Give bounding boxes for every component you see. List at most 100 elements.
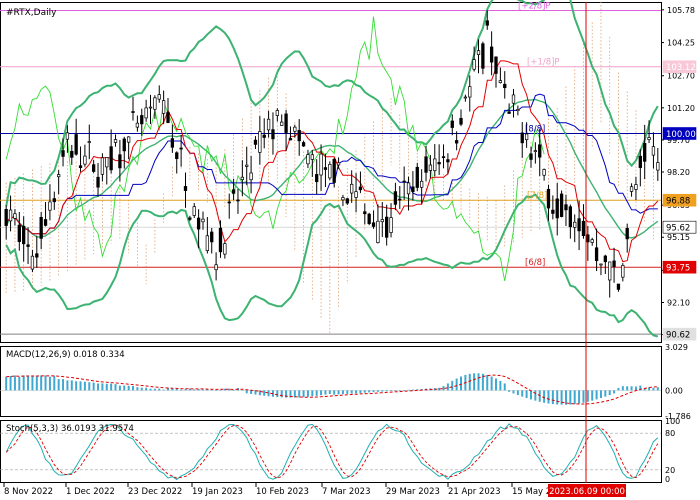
macd-histogram-bar (88, 382, 91, 391)
candle-body (350, 183, 354, 194)
macd-histogram-bar (48, 376, 51, 391)
murrey-label: [+2/8]P (518, 1, 551, 11)
candle-body (433, 158, 437, 172)
candle-body (258, 131, 262, 153)
candle-body (140, 115, 144, 125)
candle-body (358, 186, 363, 191)
macd-histogram-bar (66, 380, 69, 391)
candle-body (245, 164, 249, 167)
macd-histogram-bar (276, 390, 279, 398)
macd-histogram-bar (363, 390, 366, 393)
candle-body (210, 231, 214, 243)
candle-body (306, 154, 310, 165)
candle-body (240, 176, 244, 181)
candle-body (148, 106, 153, 109)
candle-body (415, 166, 419, 188)
candle-body (87, 141, 91, 143)
candle-body (288, 138, 293, 141)
murrey-label: [+1/8]P (527, 58, 560, 68)
macd-histogram-bar (390, 390, 393, 392)
candle-body (196, 217, 201, 230)
macd-histogram-bar (455, 378, 458, 391)
macd-histogram-bar (110, 383, 113, 391)
macd-histogram-bar (140, 387, 143, 391)
candle-body (551, 209, 555, 214)
candle-body (428, 164, 433, 171)
macd-histogram-bar (569, 390, 572, 405)
price-tick-label: 95.15 (667, 233, 690, 242)
macd-histogram-bar (586, 390, 589, 402)
candle-body (389, 217, 393, 233)
candle-body (603, 255, 607, 263)
candle-body (236, 199, 240, 202)
macd-axis: 3.0290.00-1.786 (665, 343, 691, 421)
macd-histogram-bar (193, 389, 196, 391)
candle-body (8, 209, 13, 222)
candle-body (26, 244, 30, 247)
candle-body (406, 182, 411, 195)
macd-histogram-bar (451, 380, 454, 391)
macd-histogram-bar (403, 390, 406, 391)
candle-body (647, 137, 651, 140)
price-tick-label: 92.10 (667, 298, 690, 307)
candle-body (336, 162, 341, 166)
candle-body (188, 217, 192, 220)
candle-body (393, 191, 398, 205)
macd-histogram-bar (228, 388, 231, 391)
macd-histogram-bar (460, 376, 463, 391)
candle-body (319, 153, 323, 176)
candle-body (284, 113, 288, 133)
macd-histogram-bar (359, 390, 362, 393)
candle-body (43, 219, 48, 226)
candle-body (402, 180, 406, 183)
candle-body (524, 133, 529, 141)
time-tick-label: 21 Apr 2023 (448, 487, 501, 497)
candle-body (546, 188, 551, 209)
candle-body (39, 216, 43, 239)
stoch-tick-label: 0 (665, 475, 670, 484)
macd-histogram-bar (53, 375, 56, 391)
macd-histogram-bar (232, 389, 235, 391)
candle-body (354, 191, 358, 198)
candle-body (441, 156, 446, 158)
macd-tick-label: 0.00 (665, 386, 683, 395)
candle-body (323, 167, 328, 170)
macd-histogram-bar (521, 390, 524, 397)
macd-histogram-bar (490, 376, 493, 391)
stoch-axis: 100 80 200 (665, 417, 680, 484)
macd-histogram-bar (215, 390, 218, 391)
candle-body (17, 224, 21, 243)
candle-body (175, 152, 179, 159)
candle-body (511, 94, 516, 104)
macd-histogram-bar (44, 375, 47, 391)
candle-body (625, 227, 629, 240)
macd-histogram-bar (320, 390, 323, 396)
price-tick-label: 98.20 (667, 168, 690, 177)
price-badge-label: 100.00 (666, 130, 696, 140)
macd-histogram-bar (512, 390, 515, 394)
macd-histogram-bar (368, 390, 371, 393)
time-tick-label: 8 Nov 2022 (4, 487, 53, 497)
candle-body (564, 204, 568, 211)
candle-body (122, 138, 126, 152)
macd-histogram-bar (328, 390, 331, 394)
macd-histogram-bar (127, 385, 130, 391)
macd-histogram-bar (118, 385, 121, 391)
candle-body (161, 100, 166, 114)
candle-body (634, 184, 638, 190)
candle-body (573, 221, 577, 228)
macd-histogram-bar (324, 390, 327, 395)
macd-histogram-bar (263, 390, 266, 396)
candle-body (214, 264, 218, 271)
candle-body (651, 146, 656, 156)
macd-histogram-bar (27, 375, 30, 391)
candle-body (450, 120, 454, 128)
candle-body (179, 147, 183, 150)
chart-window[interactable]: [+2/8]P [+1/8]P [8/8] [7/8] [6/8] #RTX,Daily… (0, 0, 700, 500)
candle-body (638, 155, 642, 168)
macd-histogram-bar (591, 390, 594, 401)
candle-body (271, 129, 275, 140)
macd-histogram-bar (486, 374, 489, 391)
macd-histogram-bar (57, 379, 60, 391)
chart-title: #RTX,Daily (6, 8, 57, 18)
